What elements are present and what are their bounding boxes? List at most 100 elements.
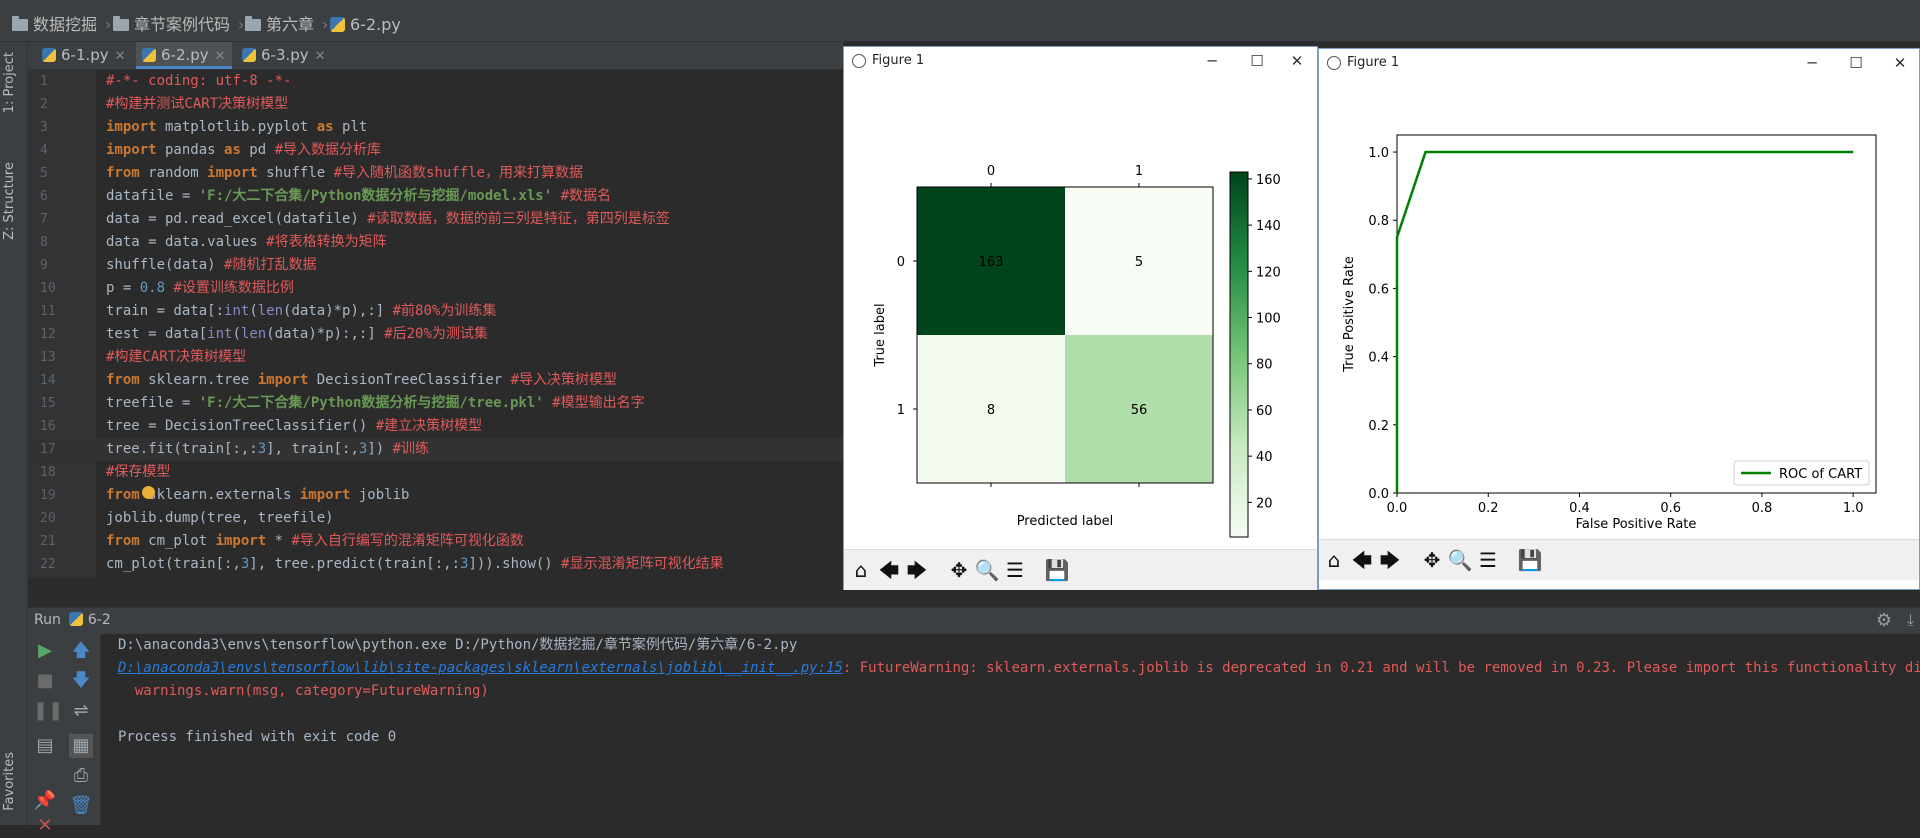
code-editor[interactable]: 1 #-*- coding: utf-8 -*- 2 #构建并测试CART决策树模型… (28, 70, 843, 578)
line-number: 14 (40, 373, 56, 388)
code-line[interactable]: 12 test = data[int(len(data)*p):,:] #后20%… (28, 323, 843, 346)
code-line[interactable]: 8 data = data.values #将表格转换为矩阵 (28, 231, 843, 254)
home-icon[interactable]: ⌂ (848, 557, 874, 583)
cell-value-label: 56 (1131, 403, 1148, 418)
x-tick-label: 0.6 (1660, 501, 1681, 516)
hide-icon[interactable]: ⤓ (1907, 610, 1914, 630)
code-line[interactable]: 13 #构建CART决策树模型 (28, 346, 843, 369)
pan-icon[interactable]: ✥ (1419, 547, 1445, 573)
code-line[interactable]: 7 data = pd.read_excel(datafile) #读取数据，数据… (28, 208, 843, 231)
scroll-to-end-icon[interactable]: ▦ (69, 734, 93, 758)
pan-icon[interactable]: ✥ (946, 557, 972, 583)
code-line[interactable]: 9 shuffle(data) #随机打乱数据 (28, 254, 843, 277)
project-toolwindow-button[interactable]: 1: Project (2, 52, 24, 113)
breadcrumb-label: 6-2.py (350, 15, 401, 34)
home-icon[interactable]: ⌂ (1321, 547, 1347, 573)
figure-window-roc[interactable]: Figure 1 ─ ☐ ✕ 0.0 0.2 0.4 0.6 0.8 1.0 0.0 0.2 0… (1318, 48, 1920, 590)
forward-arrow-icon[interactable]: 🡆 (904, 557, 930, 583)
back-arrow-icon[interactable]: 🡄 (876, 557, 902, 583)
code-line[interactable]: 20 joblib.dump(tree, treefile) (28, 507, 843, 530)
arrow-up-icon[interactable]: 🡅 (69, 639, 93, 663)
zoom-icon[interactable]: 🔍 (1447, 547, 1473, 573)
zoom-icon[interactable]: 🔍 (974, 557, 1000, 583)
close-icon[interactable]: ✕ (215, 49, 226, 64)
back-arrow-icon[interactable]: 🡄 (1349, 547, 1375, 573)
save-icon[interactable]: 💾 (1517, 547, 1543, 573)
code-line[interactable]: 15 treefile = 'F:/大二下合集/Python数据分析与挖掘/tre… (28, 392, 843, 415)
save-icon[interactable]: 💾 (1044, 557, 1070, 583)
favorites-toolwindow-button[interactable]: Favorites (2, 752, 24, 811)
code-line[interactable]: 18 #保存模型 (28, 461, 843, 484)
configure-subplots-icon[interactable]: ☰ (1475, 547, 1501, 573)
arrow-down-icon[interactable]: 🡇 (69, 669, 93, 693)
code-line[interactable]: 14 from sklearn.tree import DecisionTreeC… (28, 369, 843, 392)
run-toolwindow-header: Run 6-2 ⚙ ⤓ (28, 607, 1920, 635)
code-line[interactable]: 1 #-*- coding: utf-8 -*- (28, 70, 843, 93)
window-titlebar[interactable]: Figure 1 ─ ☐ ✕ (1319, 49, 1919, 79)
breadcrumb-item[interactable]: 第六章 › (245, 15, 328, 35)
cell-value-label: 8 (987, 403, 995, 418)
layout-icon[interactable]: ▤ (33, 734, 57, 758)
folder-icon (245, 16, 261, 31)
pause-icon[interactable]: ❚❚ (33, 699, 63, 723)
trash-icon[interactable]: 🗑 (69, 794, 93, 818)
rerun-icon[interactable]: ▶ (33, 639, 57, 663)
line-number: 18 (40, 465, 56, 480)
lightbulb-icon[interactable] (142, 486, 155, 499)
code-line[interactable]: 11 train = data[:int(len(data)*p),:] #前80… (28, 300, 843, 323)
close-icon[interactable]: ✕ (315, 49, 326, 64)
breadcrumb-item[interactable]: 章节案例代码 › (113, 15, 244, 35)
line-number: 17 (40, 442, 56, 457)
tab-6-3[interactable]: 6-3.py ✕ (236, 42, 332, 69)
traceback-link[interactable]: D:\anaconda3\envs\tensorflow\lib\site-pa… (118, 660, 843, 676)
code-line[interactable]: 4 import pandas as pd #导入数据分析库 (28, 139, 843, 162)
left-tool-window-bar: 1: Project Z: Structure Favorites (0, 42, 28, 825)
line-number: 2 (40, 97, 48, 112)
configure-subplots-icon[interactable]: ☰ (1002, 557, 1028, 583)
code-line[interactable]: 10 p = 0.8 #设置训练数据比例 (28, 277, 843, 300)
code-line[interactable]: 3 import matplotlib.pyplot as plt (28, 116, 843, 139)
minimize-icon[interactable]: ─ (1197, 51, 1227, 71)
tab-6-1[interactable]: 6-1.py ✕ (36, 42, 132, 69)
code-line[interactable]: 22 cm_plot(train[:,3], tree.predict(train… (28, 553, 843, 576)
y-tick-label: 0.0 (1368, 487, 1389, 502)
console-output[interactable]: D:\anaconda3\envs\tensorflow\python.exe … (101, 634, 1920, 825)
plot-frame (1396, 134, 1877, 494)
code-line[interactable]: 16 tree = DecisionTreeClassifier() #建立决策树… (28, 415, 843, 438)
tab-6-2[interactable]: 6-2.py ✕ (136, 42, 232, 69)
code-text: p = 0.8 #设置训练数据比例 (106, 280, 294, 296)
folder-icon (12, 16, 28, 31)
breadcrumb: 数据挖掘 › 章节案例代码 › 第六章 › 6-2.py (0, 9, 1920, 42)
close-icon[interactable]: ✕ (1885, 53, 1915, 73)
colorbar-tick-label: 100 (1256, 312, 1281, 327)
pin-icon[interactable]: 📌 (33, 789, 57, 813)
close-icon[interactable]: ✕ (115, 49, 126, 64)
gear-icon[interactable]: ⚙ (1876, 610, 1892, 631)
breadcrumb-item[interactable]: 数据挖掘 › (12, 15, 111, 35)
breadcrumb-item[interactable]: 6-2.py (330, 15, 401, 35)
figure-window-confusion-matrix[interactable]: Figure 1 ─ ☐ ✕ 163 5 8 56 Predicted label T… (843, 46, 1318, 590)
window-titlebar[interactable]: Figure 1 ─ ☐ ✕ (844, 47, 1317, 77)
chevron-right-icon: › (322, 15, 329, 34)
run-tab[interactable]: Run 6-2 (34, 612, 111, 628)
code-line[interactable]: 2 #构建并测试CART决策树模型 (28, 93, 843, 116)
code-line[interactable]: 5 from random import shuffle #导入随机函数shuff… (28, 162, 843, 185)
close-icon[interactable]: ✕ (33, 814, 57, 838)
structure-toolwindow-button[interactable]: Z: Structure (2, 162, 24, 240)
stop-icon[interactable]: ■ (33, 669, 57, 693)
code-line[interactable]: 6 datafile = 'F:/大二下合集/Python数据分析与挖掘/mode… (28, 185, 843, 208)
line-number: 16 (40, 419, 56, 434)
soft-wrap-icon[interactable]: ⇌ (69, 699, 93, 723)
code-text: shuffle(data) #随机打乱数据 (106, 257, 317, 273)
close-icon[interactable]: ✕ (1282, 51, 1312, 71)
forward-arrow-icon[interactable]: 🡆 (1377, 547, 1403, 573)
print-icon[interactable]: ⎙ (69, 764, 93, 788)
maximize-icon[interactable]: ☐ (1841, 53, 1871, 73)
maximize-icon[interactable]: ☐ (1242, 51, 1272, 71)
cell-value-label: 163 (979, 255, 1004, 270)
tab-label: 6-3.py (261, 46, 309, 64)
code-line[interactable]: 21 from cm_plot import * #导入自行编写的混淆矩阵可视化函… (28, 530, 843, 553)
line-number: 12 (40, 327, 56, 342)
code-line-current[interactable]: 17 tree.fit(train[:,:3], train[:,3]) #训练 (28, 438, 843, 461)
minimize-icon[interactable]: ─ (1797, 53, 1827, 73)
